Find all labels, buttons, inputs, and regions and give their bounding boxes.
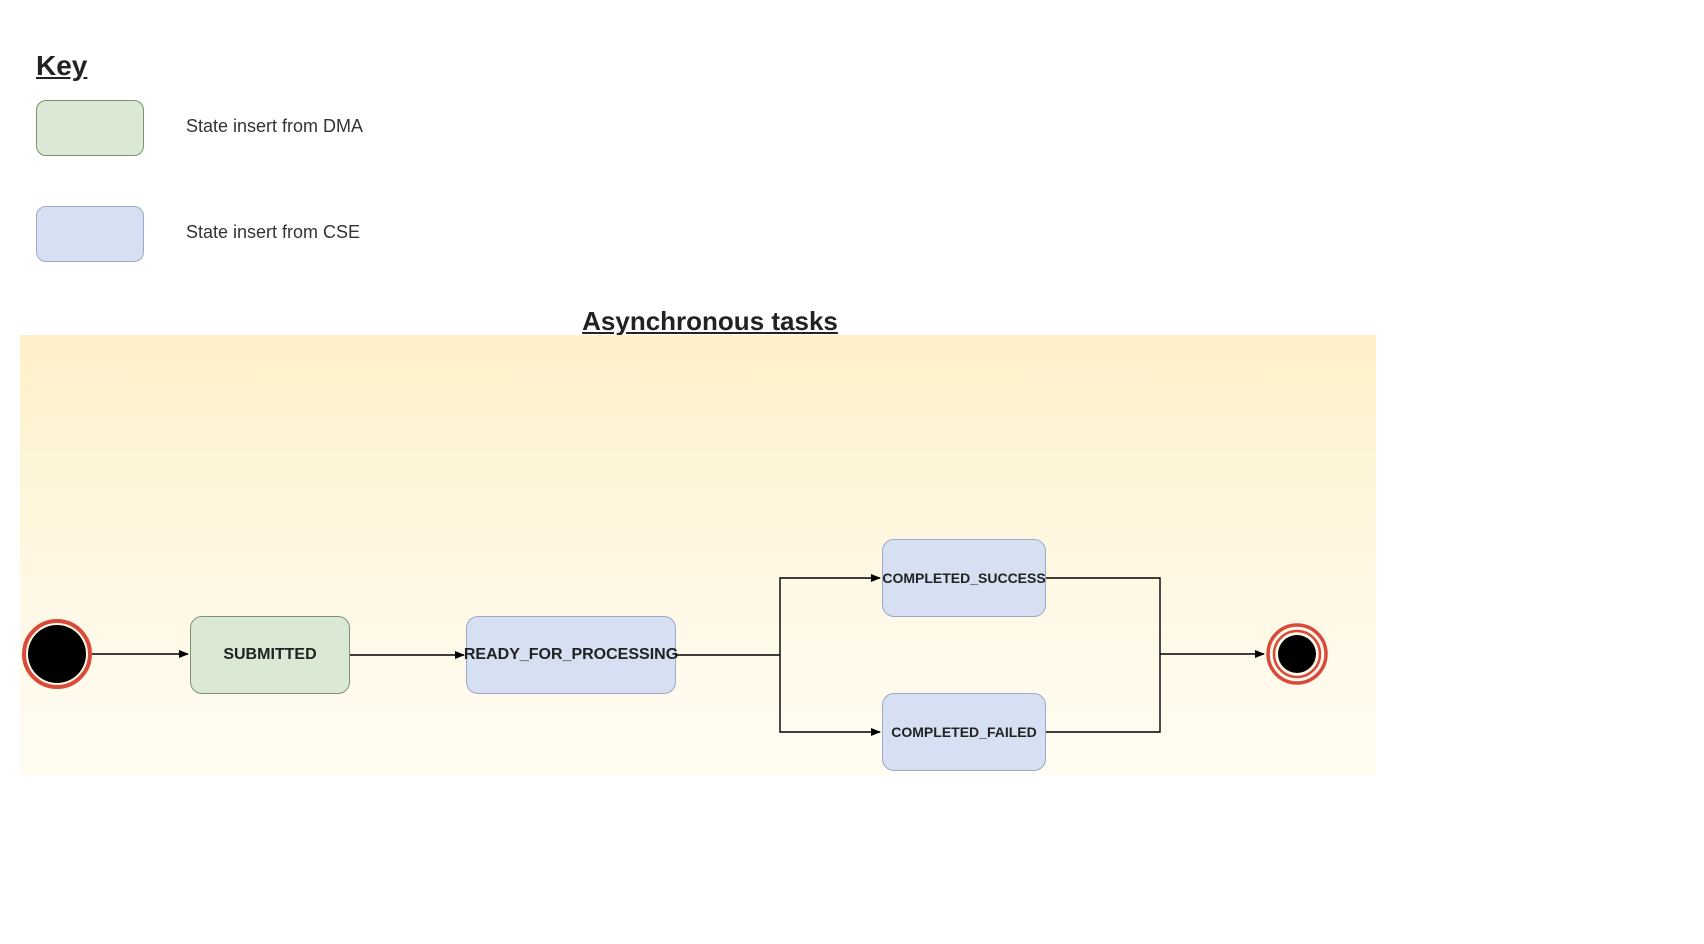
state-ready: READY_FOR_PROCESSING (466, 616, 676, 694)
key-swatch-dma (36, 100, 144, 156)
key-title: Key (36, 50, 87, 82)
flow-title: Asynchronous tasks (580, 306, 840, 337)
key-swatch-cse (36, 206, 144, 262)
state-success-label: COMPLETED_SUCCESS (882, 570, 1045, 586)
state-ready-label: READY_FOR_PROCESSING (464, 646, 678, 664)
state-submitted-label: SUBMITTED (223, 646, 316, 664)
state-failed-label: COMPLETED_FAILED (891, 724, 1036, 740)
flow-background (20, 335, 1376, 775)
key-label-dma: State insert from DMA (186, 116, 363, 137)
start-node-icon (22, 619, 92, 689)
state-success: COMPLETED_SUCCESS (882, 539, 1046, 617)
state-failed: COMPLETED_FAILED (882, 693, 1046, 771)
state-submitted: SUBMITTED (190, 616, 350, 694)
key-label-cse: State insert from CSE (186, 222, 360, 243)
end-node-icon (1266, 623, 1328, 685)
